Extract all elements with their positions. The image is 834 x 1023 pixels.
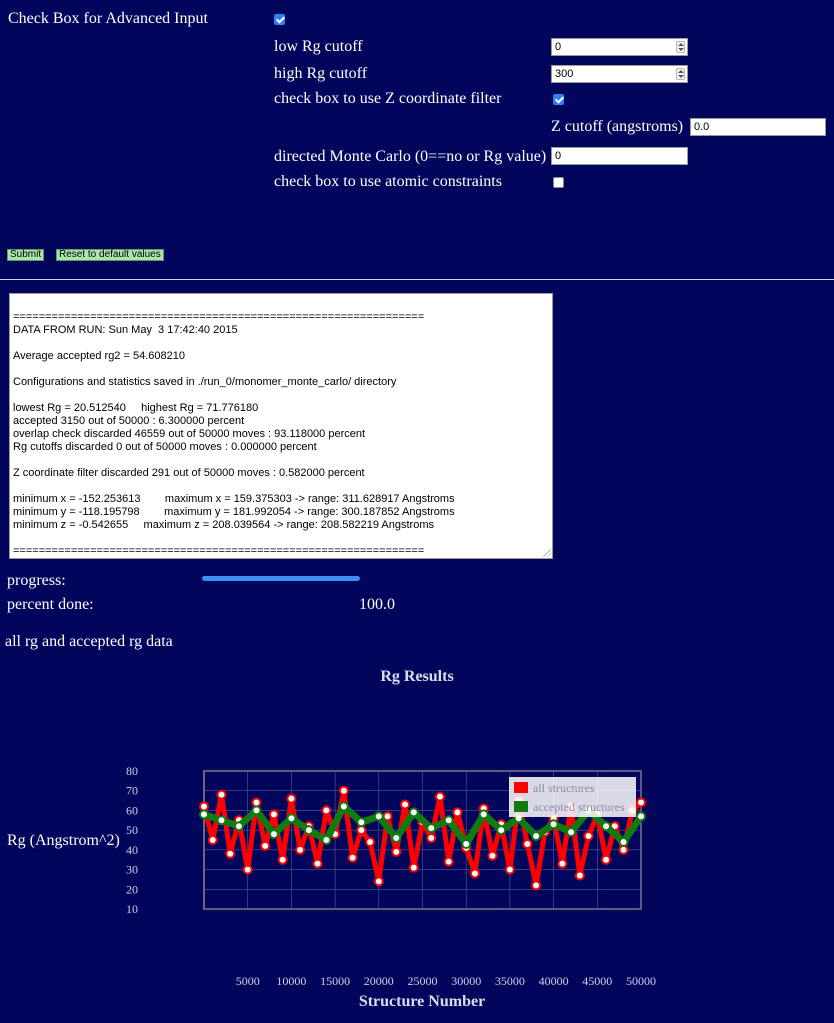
legend-swatch: [514, 801, 528, 812]
data-point: [408, 862, 419, 873]
data-point: [426, 823, 437, 834]
data-point: [295, 844, 306, 855]
data-point: [548, 819, 559, 830]
data-point: [618, 844, 629, 855]
data-point: [496, 825, 507, 836]
data-point: [601, 854, 612, 865]
data-point: [636, 797, 646, 808]
data-point: [461, 838, 472, 849]
y-tick-label: 30: [126, 863, 138, 877]
data-point: [251, 797, 262, 808]
data-point: [426, 833, 437, 844]
rg-results-chart: 10 20 30 40 50 60 70 80 5000 10000 15000 20000 25000…: [126, 764, 656, 988]
data-point: [286, 813, 297, 824]
x-tick-label: 20000: [364, 974, 394, 988]
y-tick-label: 60: [126, 803, 138, 817]
data-point: [478, 809, 489, 820]
data-point: [434, 791, 445, 802]
x-tick-label: 15000: [320, 974, 350, 988]
data-point: [356, 825, 367, 836]
data-point: [574, 870, 585, 881]
y-tick-label: 70: [126, 784, 138, 798]
legend-label: all structures: [533, 781, 595, 795]
data-point: [321, 835, 332, 845]
data-point: [286, 793, 297, 804]
data-point: [487, 850, 498, 861]
data-point: [452, 807, 463, 818]
data-point: [531, 831, 542, 842]
x-tick-label: 25000: [408, 974, 438, 988]
data-point: [347, 852, 358, 863]
x-tick-label: 40000: [539, 974, 569, 988]
x-tick-label: 5000: [236, 974, 260, 988]
data-point: [233, 821, 244, 832]
data-point: [601, 821, 612, 832]
data-point: [356, 817, 367, 828]
data-point: [391, 846, 402, 857]
data-point: [566, 827, 577, 838]
data-point: [242, 864, 253, 875]
data-point: [504, 864, 515, 875]
y-tick-label: 20: [126, 882, 138, 896]
data-point: [251, 805, 262, 816]
data-point: [225, 848, 236, 859]
data-point: [443, 815, 454, 826]
data-point: [365, 836, 376, 847]
legend-label: accepted structures: [533, 800, 625, 814]
data-point: [321, 805, 332, 816]
y-tick-label: 40: [126, 843, 138, 857]
data-point: [531, 880, 542, 891]
data-point: [268, 809, 279, 820]
x-tick-label: 50000: [626, 974, 656, 988]
data-point: [338, 801, 349, 812]
data-point: [391, 833, 402, 844]
data-point: [303, 825, 314, 836]
data-point: [199, 809, 209, 820]
legend-swatch: [514, 782, 528, 793]
data-point: [199, 801, 209, 812]
data-point: [522, 838, 533, 849]
data-point: [408, 807, 419, 818]
data-point: [469, 868, 480, 879]
data-point: [268, 829, 279, 840]
data-point: [260, 840, 271, 851]
x-tick-label: 35000: [495, 974, 525, 988]
data-point: [400, 799, 411, 810]
data-point: [312, 858, 323, 869]
data-point: [373, 876, 384, 887]
data-point: [216, 789, 227, 800]
x-tick-label: 45000: [582, 974, 612, 988]
data-point: [216, 815, 227, 826]
data-point: [583, 831, 594, 842]
data-point: [277, 854, 288, 865]
data-point: [373, 811, 384, 822]
x-tick-label: 10000: [276, 974, 306, 988]
y-tick-label: 10: [126, 902, 138, 916]
y-tick-label: 80: [126, 764, 138, 778]
x-tick-label: 30000: [451, 974, 481, 988]
data-point: [557, 858, 568, 869]
data-point: [443, 856, 454, 867]
data-point: [618, 836, 629, 847]
y-tick-label: 50: [126, 823, 138, 837]
data-point: [338, 785, 349, 796]
data-point: [207, 835, 218, 845]
data-point: [636, 811, 646, 822]
